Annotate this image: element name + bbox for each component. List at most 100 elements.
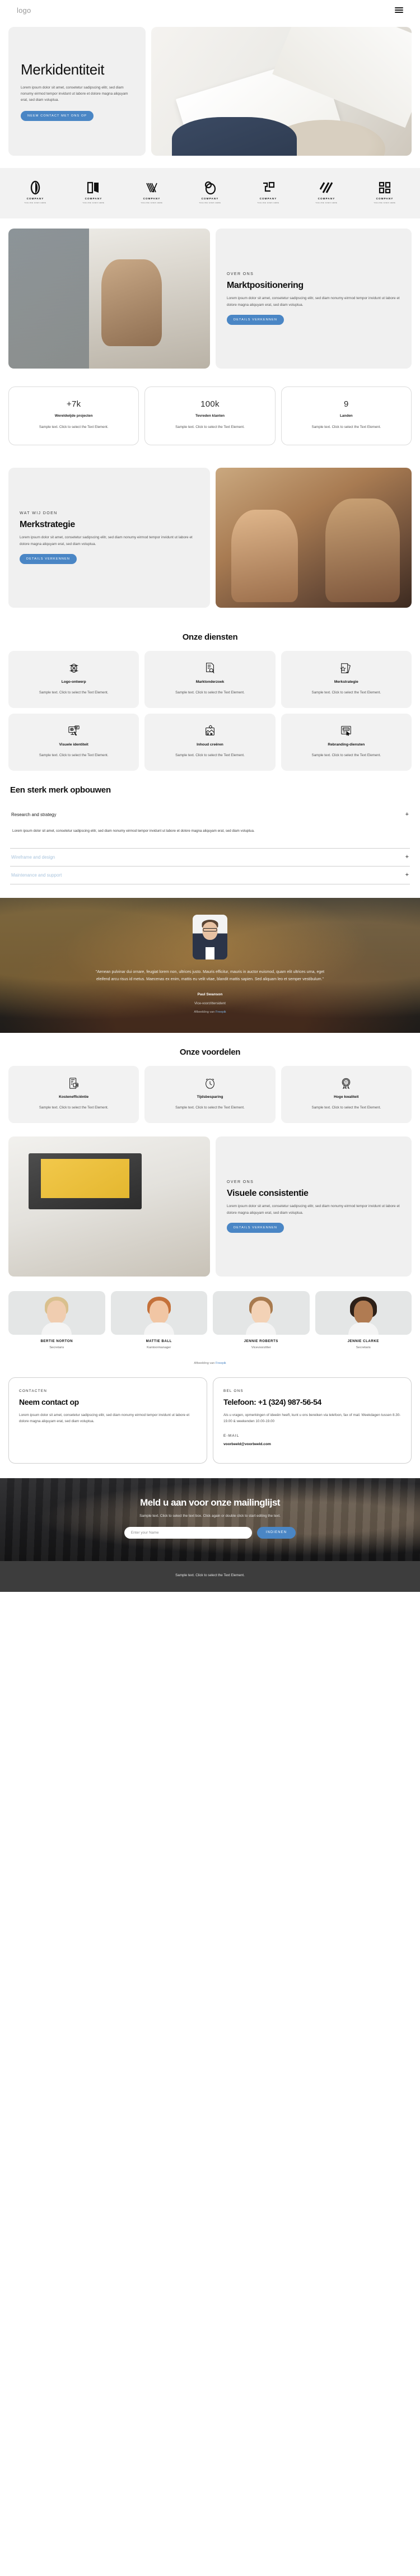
benefit-card-cost-efficiency[interactable]: Kostenefficiëntie Sample text. Click to … xyxy=(8,1065,139,1124)
rebranding-icon: BRAND xyxy=(340,724,352,738)
stat-label: Tevreden klanten xyxy=(195,414,225,418)
about-cta-button[interactable]: DETAILS VERKENNEN xyxy=(227,315,284,325)
testimonial-credit: Afbeelding van Freepik xyxy=(0,1010,420,1014)
contact-card-left: CONTACTEN Neem contact op Lorem ipsum do… xyxy=(8,1377,207,1464)
email-value[interactable]: voorbeeld@voorbeeld.com xyxy=(223,1442,401,1446)
plus-icon[interactable]: + xyxy=(405,854,409,860)
about-image xyxy=(8,229,210,369)
service-card-content-creation[interactable]: Inhoud creëren Sample text. Click to sel… xyxy=(144,714,276,771)
strategy-eyebrow: WAT WIJ DOEN xyxy=(20,511,58,515)
brand-strategy-icon xyxy=(340,661,352,676)
team-member: BERTIE NORTON Secretaris xyxy=(8,1291,105,1349)
glasses-icon xyxy=(203,928,217,932)
newsletter-form: INDIENEN xyxy=(0,1526,420,1539)
about-description: Lorem ipsum dolor sit amet, consetetur s… xyxy=(227,296,400,307)
testimonial-section: "Aenean pulvinar dui ornare, feugiat lor… xyxy=(0,897,420,1033)
team-member-role: Vicevoorzitter xyxy=(251,1346,271,1350)
accordion-label: Research and strategy xyxy=(11,812,57,818)
strategy-title: Merkstrategie xyxy=(20,519,75,529)
plus-icon[interactable]: + xyxy=(405,872,409,878)
service-title: Merkstrategie xyxy=(334,679,358,684)
client-name: COMPANY xyxy=(85,197,102,200)
service-title: Marktonderzoek xyxy=(195,679,225,684)
site-header: logo xyxy=(0,0,420,20)
consistency-text-card: OVER ONS Visuele consistentie Lorem ipsu… xyxy=(216,1136,412,1277)
benefit-card-time-saving[interactable]: Tijdsbesparing Sample text. Click to sel… xyxy=(144,1065,276,1124)
hero-image-accent xyxy=(351,60,370,76)
phone-title: Telefoon: +1 (324) 987-56-54 xyxy=(223,1398,321,1407)
service-title: Visuele identiteit xyxy=(59,743,88,747)
testimonial-quote: "Aenean pulvinar dui ornare, feugiat lor… xyxy=(95,970,325,982)
strategy-description: Lorem ipsum dolor sit amet, consetetur s… xyxy=(20,535,193,546)
services-grid: LOGO Logo-ontwerp Sample text. Click to … xyxy=(0,650,420,771)
stats-section: +7k Wereldwijde projecten Sample text. C… xyxy=(0,379,420,458)
member-body xyxy=(41,1322,72,1335)
member-face xyxy=(251,1301,271,1325)
testimonial-avatar xyxy=(193,914,227,959)
strategy-text-card: WAT WIJ DOEN Merkstrategie Lorem ipsum d… xyxy=(8,467,210,608)
client-name: COMPANY xyxy=(318,197,335,200)
hero-image-person xyxy=(172,117,297,156)
member-body xyxy=(348,1322,379,1335)
plus-icon[interactable]: + xyxy=(405,812,409,818)
client-tagline: TAGLINE GOES HERE xyxy=(257,202,279,204)
svg-text:LOGO: LOGO xyxy=(71,667,77,669)
phone-description: Als u vragen, opmerkingen of ideeën heef… xyxy=(223,1413,401,1424)
hero-title: Merkidentiteit xyxy=(21,60,105,78)
service-card-market-research[interactable]: Marktonderzoek Sample text. Click to sel… xyxy=(144,650,276,709)
strategy-image xyxy=(216,467,412,608)
team-member-photo xyxy=(213,1291,310,1335)
consistency-section: OVER ONS Visuele consistentie Lorem ipsu… xyxy=(0,1123,420,1287)
hamburger-menu-icon[interactable] xyxy=(395,7,403,13)
accordion-header[interactable]: Maintenance and support + xyxy=(10,867,410,884)
credit-prefix: Afbeelding van xyxy=(194,1010,216,1014)
client-logo-6: COMPANY TAGLINE GOES HERE xyxy=(301,180,352,204)
accordion-header[interactable]: Wireframe and design + xyxy=(10,849,410,866)
consistency-description: Lorem ipsum dolor sit amet, consetetur s… xyxy=(227,1204,400,1215)
benefits-title: Onze voordelen xyxy=(179,1047,241,1057)
client-name: COMPANY xyxy=(26,197,44,200)
hero-section: Merkidentiteit Lorem ipsum dolor sit ame… xyxy=(0,20,420,168)
service-card-rebranding[interactable]: BRAND Rebranding-diensten Sample text. C… xyxy=(281,714,412,771)
service-description: Sample text. Click to select the Text El… xyxy=(175,690,245,695)
benefit-card-high-quality[interactable]: HIGH QUALITY Hoge kwaliteit Sample text. … xyxy=(281,1065,412,1124)
client-logo-3: COMPANY TAGLINE GOES HERE xyxy=(127,180,177,204)
credit-link[interactable]: Freepik xyxy=(216,1362,226,1365)
stat-label: Landen xyxy=(339,414,353,418)
accordion-header[interactable]: Research and strategy + xyxy=(10,806,410,823)
client-logo-4: COMPANY TAGLINE GOES HERE xyxy=(185,180,235,204)
credit-link[interactable]: Freepik xyxy=(216,1010,226,1014)
service-card-brand-strategy[interactable]: Merkstrategie Sample text. Click to sele… xyxy=(281,650,412,709)
client-logo-5: COMPANY TAGLINE GOES HERE xyxy=(243,180,293,204)
client-tagline: TAGLINE GOES HERE xyxy=(24,202,46,204)
service-description: Sample text. Click to select the Text El… xyxy=(39,753,109,758)
accordion-title: Een sterk merk opbouwen xyxy=(10,785,111,795)
benefits-section: Onze voordelen Kostenefficiëntie Sample … xyxy=(0,1047,420,1124)
team-section: BERTIE NORTON Secretaris MATTIE BALL Kan… xyxy=(0,1287,420,1368)
accordion-label: Maintenance and support xyxy=(11,872,62,878)
site-logo[interactable]: logo xyxy=(17,6,31,15)
footer-text: Sample text. Click to select the Text El… xyxy=(175,1573,245,1577)
member-face xyxy=(47,1301,67,1325)
strategy-cta-button[interactable]: DETAILS VERKENNEN xyxy=(20,554,77,565)
about-text-card: OVER ONS Marktpositionering Lorem ipsum … xyxy=(216,229,412,369)
newsletter-submit-button[interactable]: INDIENEN xyxy=(256,1526,296,1539)
bracket-square-mark-icon xyxy=(263,181,275,192)
accordion-label: Wireframe and design xyxy=(11,854,55,860)
hero-cta-button[interactable]: NEEM CONTACT MET ONS OP xyxy=(21,111,94,122)
newsletter-name-input[interactable] xyxy=(124,1526,252,1539)
service-card-logo-design[interactable]: LOGO Logo-ontwerp Sample text. Click to … xyxy=(8,650,139,709)
newsletter-section: Meld u aan voor onze mailinglijst Sample… xyxy=(0,1478,420,1561)
team-member: MATTIE BALL Kantoormanager xyxy=(110,1291,207,1349)
service-description: Sample text. Click to select the Text El… xyxy=(311,690,381,695)
services-section: Onze diensten LOGO Logo-ontwerp Sample t… xyxy=(0,632,420,771)
accordion-body: Lorem ipsum dolor sit amet, consetetur s… xyxy=(12,829,255,833)
chevron-stripes-mark-icon xyxy=(146,183,157,193)
stat-card: 9 Landen Sample text. Click to select th… xyxy=(281,386,412,445)
consistency-cta-button[interactable]: DETAILS VERKENNEN xyxy=(227,1223,284,1233)
accordion-list: Research and strategy + Lorem ipsum dolo… xyxy=(0,804,420,897)
visual-identity-icon xyxy=(68,724,80,738)
service-card-visual-identity[interactable]: Visuele identiteit Sample text. Click to… xyxy=(8,714,139,771)
stat-card: +7k Wereldwijde projecten Sample text. C… xyxy=(8,386,139,445)
cost-efficiency-icon xyxy=(68,1076,80,1091)
